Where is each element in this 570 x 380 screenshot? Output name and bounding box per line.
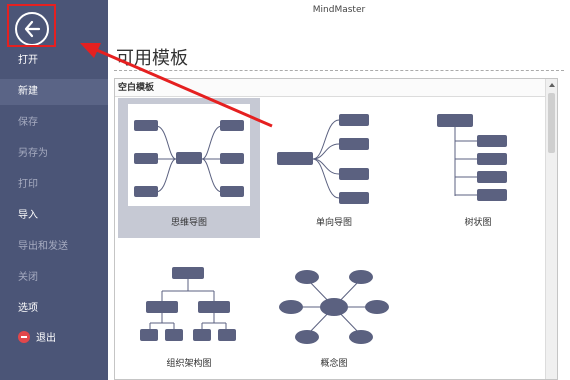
menu-item-label: 导入 xyxy=(18,210,38,221)
sidebar: 打开 新建 保存 另存为 打印 导入 导出和发送 关闭 选项 退出 xyxy=(0,0,108,380)
one-way-map-diagram-icon xyxy=(277,114,369,204)
template-panel: 空白模板 思维导图 单向导图 树状图 组织架构图 概念图 xyxy=(114,78,558,380)
scroll-up-icon[interactable] xyxy=(549,83,555,87)
menu-item-exit[interactable]: 退出 xyxy=(0,326,108,352)
menu-item-label: 导出和发送 xyxy=(18,241,68,252)
template-thumbnail xyxy=(273,245,395,347)
page-title: 可用模板 xyxy=(116,48,188,69)
template-label: 概念图 xyxy=(320,359,348,369)
template-concept-map[interactable]: 概念图 xyxy=(263,239,405,379)
divider xyxy=(114,70,564,71)
menu-item-label: 打印 xyxy=(18,179,38,190)
menu-item-label: 新建 xyxy=(18,86,38,97)
main-content: MindMaster 可用模板 空白模板 思维导图 单向导图 树状图 组织架构图… xyxy=(108,0,570,380)
template-mind-map[interactable]: 思维导图 xyxy=(118,98,260,238)
template-thumbnail xyxy=(417,104,539,206)
menu-item-save[interactable]: 保存 xyxy=(0,110,108,136)
menu-item-export-send[interactable]: 导出和发送 xyxy=(0,234,108,260)
panel-title: 空白模板 xyxy=(115,79,557,97)
template-org-chart[interactable]: 组织架构图 xyxy=(118,239,260,379)
org-chart-diagram-icon xyxy=(140,267,236,341)
concept-map-diagram-icon xyxy=(279,270,389,344)
tree-diagram-icon xyxy=(437,114,507,201)
template-thumbnail xyxy=(128,104,250,206)
menu-item-label: 选项 xyxy=(18,303,38,314)
menu-item-label: 退出 xyxy=(36,333,56,344)
menu-item-options[interactable]: 选项 xyxy=(0,296,108,322)
template-label: 树状图 xyxy=(464,218,492,228)
template-one-way-map[interactable]: 单向导图 xyxy=(263,98,405,238)
template-thumbnail xyxy=(128,245,250,347)
template-label: 单向导图 xyxy=(315,218,352,228)
template-label: 组织架构图 xyxy=(166,359,212,369)
menu-item-label: 另存为 xyxy=(18,148,48,159)
app-title: MindMaster xyxy=(312,5,366,15)
template-thumbnail xyxy=(273,104,395,206)
exit-icon xyxy=(18,331,30,343)
menu-item-label: 关闭 xyxy=(18,272,38,283)
menu-item-import[interactable]: 导入 xyxy=(0,203,108,229)
back-button-highlight xyxy=(7,4,56,47)
menu-item-label: 保存 xyxy=(18,117,38,128)
menu-item-save-as[interactable]: 另存为 xyxy=(0,141,108,167)
mind-map-diagram-icon xyxy=(134,120,244,197)
menu-item-open[interactable]: 打开 xyxy=(0,48,108,74)
template-tree[interactable]: 树状图 xyxy=(407,98,549,238)
scroll-thumb[interactable] xyxy=(548,93,555,153)
menu-item-close[interactable]: 关闭 xyxy=(0,265,108,291)
menu-item-label: 打开 xyxy=(18,55,38,66)
menu-item-print[interactable]: 打印 xyxy=(0,172,108,198)
menu-item-new[interactable]: 新建 xyxy=(0,79,108,105)
template-label: 思维导图 xyxy=(170,218,207,228)
